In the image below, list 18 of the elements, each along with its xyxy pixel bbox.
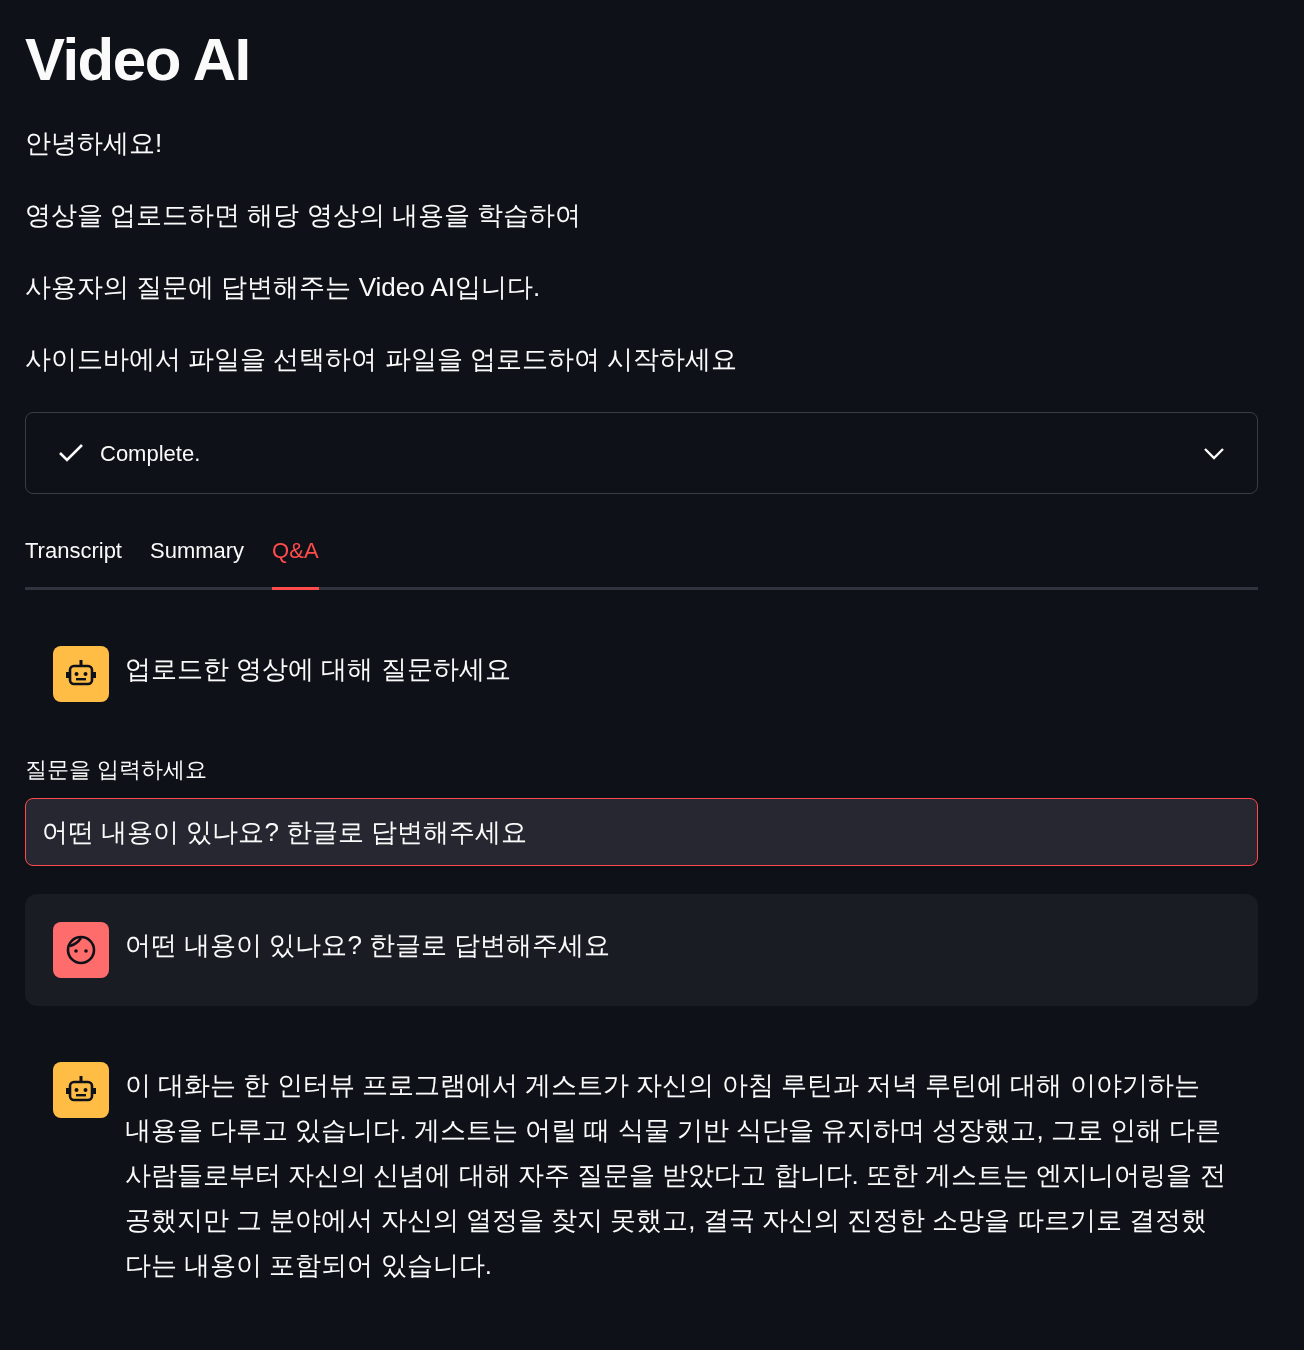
- face-avatar-icon: [53, 922, 109, 978]
- page-title: Video AI: [25, 25, 251, 95]
- intro-text: 안녕하세요!: [25, 127, 164, 160]
- robot-avatar-icon: [53, 1062, 109, 1118]
- tab[interactable]: Summary: [150, 534, 245, 590]
- status-expander[interactable]: Complete.: [25, 412, 1258, 494]
- tab[interactable]: Transcript: [25, 534, 122, 590]
- input-label: 질문을 입력하세요: [25, 756, 209, 784]
- robot-avatar-icon: [53, 646, 109, 702]
- message-text: 어떤 내용이 있나요? 한글로 답변해주세요: [125, 929, 611, 962]
- intro-text: 사용자의 질문에 답변해주는 Video AI입니다.: [25, 271, 542, 304]
- intro-text: 사이드바에서 파일을 선택하여 파일을 업로드하여 시작하세요: [25, 343, 739, 376]
- check-icon: [58, 443, 84, 463]
- message-text: 이 대화는 한 인터뷰 프로그램에서 게스트가 자신의 아침 루틴과 저녁 루틴에 대해 이야기하는 내용을 다루고 있습니다. 게스트는 어릴 때 식물 기반 식단을 유지하며 성장했고, 그로 인해 다른 사람들로부터 자신의 신념에 대해 자주 질문을 받았다고 합니다. 또한 게스트는 엔지니어링을 전공했지만 그 분야에서 자신의 열정을 찾지 못했고, 결국 자신의 진정한 소망을 따르기로 결정했다는 내용이 포함되어 있습니다.: [125, 1069, 1227, 1282]
- message-text: 업로드한 영상에 대해 질문하세요: [125, 653, 511, 686]
- intro-text: 영상을 업로드하면 해당 영상의 내용을 학습하여: [25, 199, 583, 232]
- tab[interactable]: Q&A: [272, 534, 319, 590]
- question-input[interactable]: 어떤 내용이 있나요? 한글로 답변해주세요: [25, 798, 1258, 866]
